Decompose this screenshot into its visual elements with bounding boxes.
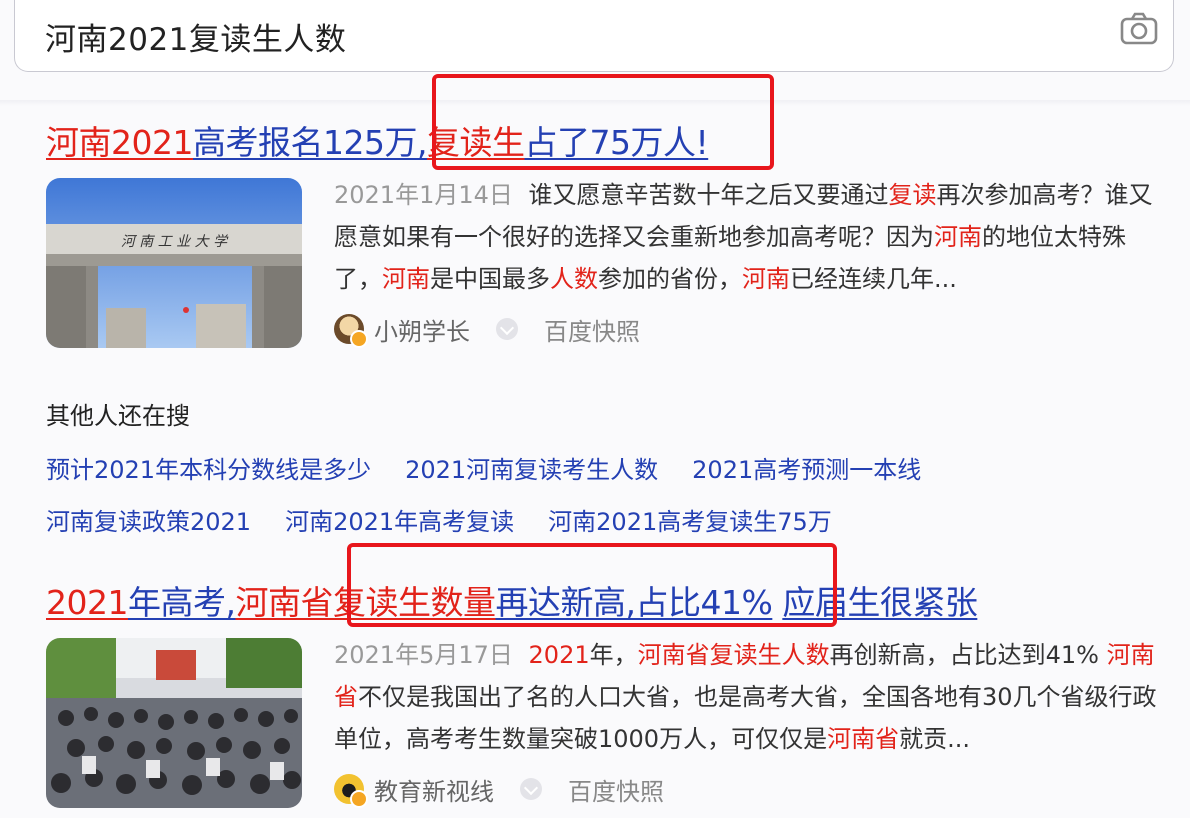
abstract-text: 谁又愿意辛苦数十年之后又要通过 bbox=[528, 181, 889, 209]
result-date: 2021年1月14日 bbox=[334, 181, 513, 209]
title-segment[interactable]: 河南2021 bbox=[46, 123, 193, 162]
snapshot-link[interactable]: 百度快照 bbox=[568, 772, 664, 807]
result-thumbnail-2[interactable] bbox=[46, 638, 302, 808]
abstract-text: 是中国最多 bbox=[430, 265, 550, 293]
related-search-link[interactable]: 预计2021年本科分数线是多少 bbox=[46, 450, 371, 485]
abstract-text: 已经连续几年... bbox=[790, 265, 957, 293]
related-searches-heading: 其他人还在搜 bbox=[46, 402, 190, 430]
related-search-link[interactable]: 2021高考预测一本线 bbox=[692, 450, 921, 485]
abstract-text: 参加的省份， bbox=[598, 265, 742, 293]
source-name[interactable]: 教育新视线 bbox=[374, 772, 494, 807]
university-gate-image: 河 南 工 业 大 学 bbox=[46, 178, 302, 348]
related-searches-row: 预计2021年本科分数线是多少 2021河南复读考生人数 2021高考预测一本线 bbox=[46, 450, 921, 485]
title-segment[interactable]: 高考报名125万 bbox=[193, 123, 418, 162]
abstract-keyword: 河南 bbox=[382, 265, 430, 293]
title-segment[interactable]: 年高考, bbox=[128, 583, 236, 622]
result-source-1: 小朔学长 百度快照 bbox=[334, 312, 640, 348]
gate-inscription: 河 南 工 业 大 学 bbox=[121, 234, 229, 250]
result-abstract-1: 2021年1月14日 谁又愿意辛苦数十年之后又要通过复读再次参加高考？谁又愿意如… bbox=[334, 174, 1164, 300]
shield-icon bbox=[520, 778, 542, 800]
result-source-2: 教育新视线 百度快照 bbox=[334, 772, 664, 808]
related-search-link[interactable]: 河南2021高考复读生75万 bbox=[548, 502, 832, 537]
abstract-text: 再创新高，占比达到41% bbox=[829, 641, 1107, 669]
search-bar[interactable]: 河南2021复读生人数 bbox=[14, 0, 1174, 72]
abstract-keyword: 河南省 bbox=[827, 725, 900, 753]
abstract-keyword: 河南 bbox=[742, 265, 790, 293]
verified-badge-icon bbox=[350, 330, 368, 348]
title-segment[interactable]: 2021 bbox=[46, 583, 128, 622]
snapshot-link[interactable]: 百度快照 bbox=[544, 312, 640, 347]
camera-icon[interactable] bbox=[1119, 12, 1159, 46]
result-abstract-2: 2021年5月17日 2021年，河南省复读生人数再创新高，占比达到41% 河南… bbox=[334, 634, 1164, 760]
title-segment[interactable]: , bbox=[417, 123, 428, 162]
related-search-link[interactable]: 河南复读政策2021 bbox=[46, 502, 251, 537]
abstract-text: 年， bbox=[589, 641, 638, 669]
highlight-box bbox=[347, 543, 837, 627]
shield-icon bbox=[496, 318, 518, 340]
abstract-text: 不仅是我国出了名的人口大省，也是高考大省，全国各地有30几个省级行政单位，高考考… bbox=[334, 683, 1157, 753]
avatar[interactable] bbox=[334, 314, 368, 348]
highlight-box bbox=[432, 74, 774, 170]
abstract-keyword: 河南省复读生人数 bbox=[637, 641, 830, 669]
verified-badge-icon bbox=[350, 790, 368, 808]
related-search-link[interactable]: 2021河南复读考生人数 bbox=[405, 450, 658, 485]
abstract-keyword: 复读 bbox=[888, 181, 937, 209]
avatar[interactable] bbox=[334, 774, 368, 808]
crowd-image bbox=[46, 638, 302, 808]
source-name[interactable]: 小朔学长 bbox=[374, 312, 470, 347]
abstract-keyword: 人数 bbox=[550, 265, 598, 293]
abstract-keyword: 2021 bbox=[528, 641, 590, 669]
search-input[interactable]: 河南2021复读生人数 bbox=[45, 14, 346, 59]
abstract-keyword: 河南 bbox=[934, 223, 982, 251]
related-searches-row: 河南复读政策2021 河南2021年高考复读 河南2021高考复读生75万 bbox=[46, 502, 832, 537]
result-date: 2021年5月17日 bbox=[334, 641, 513, 669]
abstract-text: 就贡... bbox=[899, 725, 970, 753]
related-search-link[interactable]: 河南2021年高考复读 bbox=[285, 502, 514, 537]
result-thumbnail-1[interactable]: 河 南 工 业 大 学 bbox=[46, 178, 302, 348]
